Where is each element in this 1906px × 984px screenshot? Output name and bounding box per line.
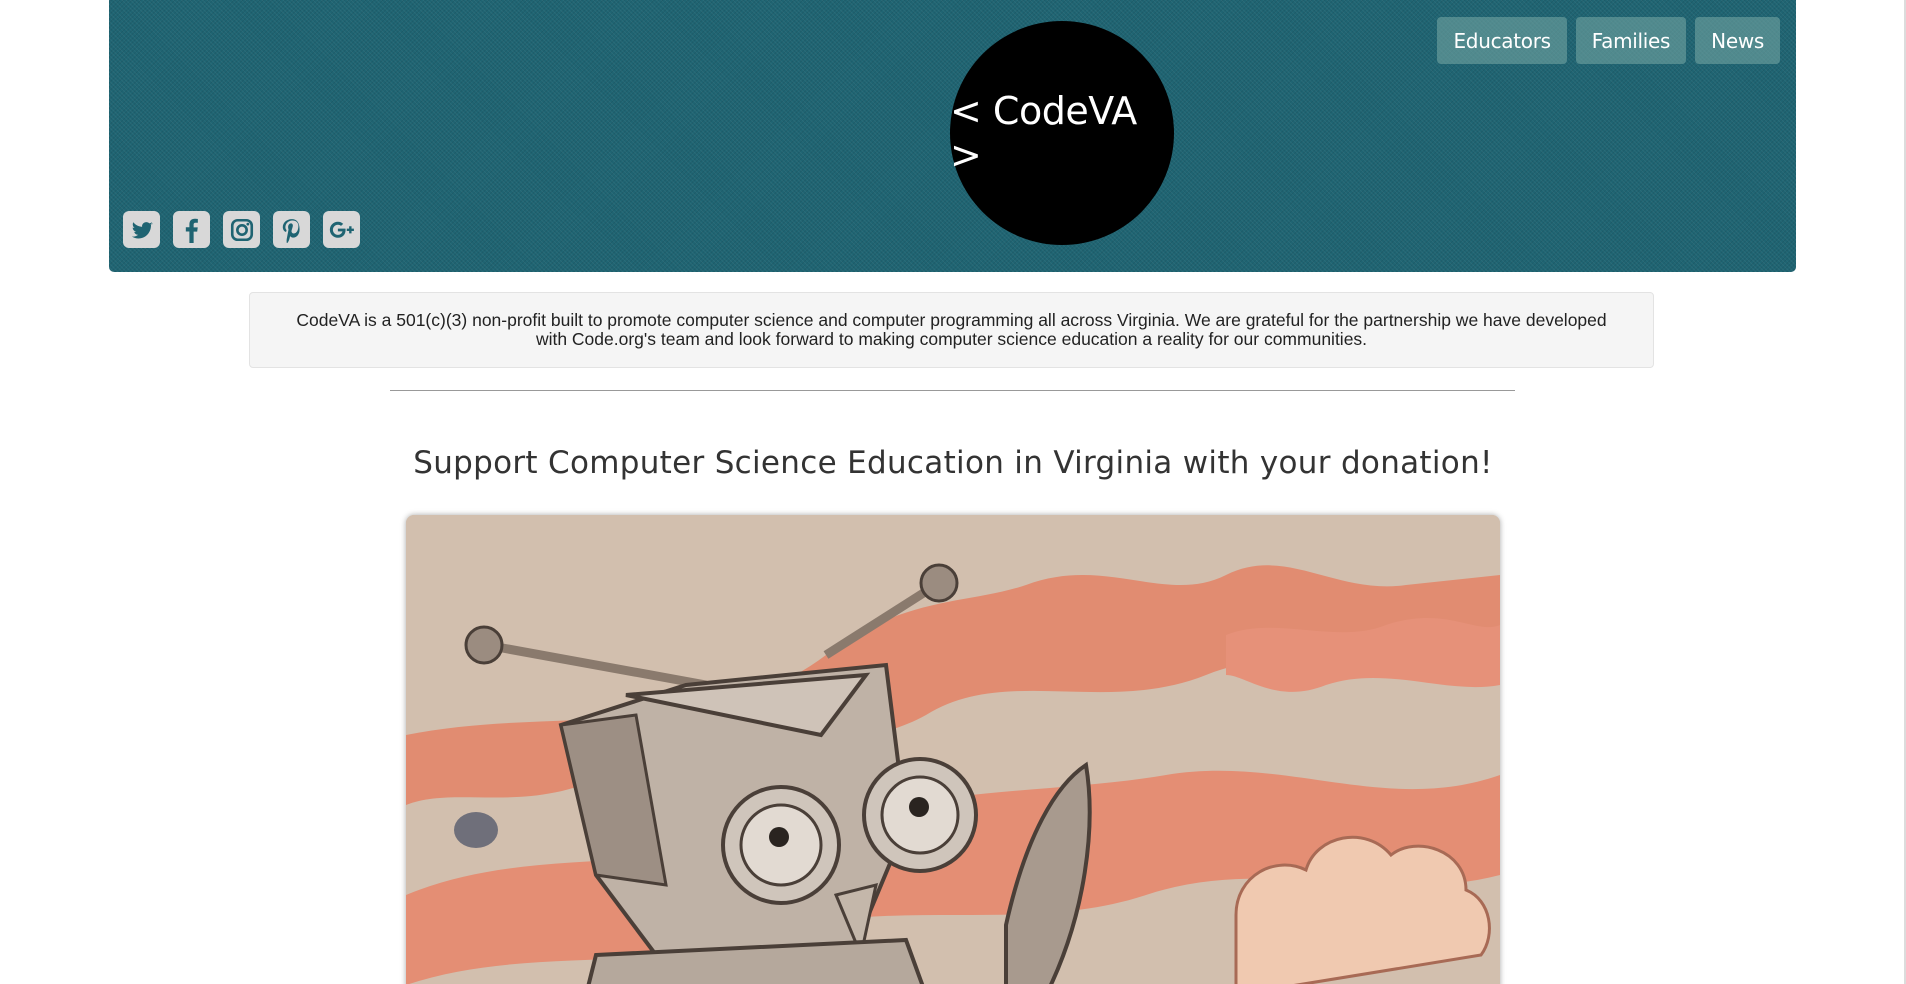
nav-families-button[interactable]: Families <box>1575 17 1687 64</box>
pinterest-icon[interactable] <box>273 211 310 248</box>
owl-robot-mural-image <box>406 515 1500 984</box>
twitter-icon[interactable] <box>123 211 160 248</box>
nav-educators-button[interactable]: Educators <box>1437 17 1567 64</box>
instagram-icon[interactable] <box>223 211 260 248</box>
logo-text: < CodeVA > <box>950 89 1137 177</box>
nav-news-button[interactable]: News <box>1695 17 1780 64</box>
top-nav: Educators Families News <box>1437 17 1780 64</box>
google-plus-icon[interactable] <box>323 211 360 248</box>
section-divider <box>390 390 1515 391</box>
header-banner: Educators Families News < CodeVA > <box>109 0 1796 272</box>
facebook-icon[interactable] <box>173 211 210 248</box>
social-links <box>123 211 360 248</box>
intro-text: CodeVA is a 501(c)(3) non-profit built t… <box>296 310 1607 349</box>
codeva-logo[interactable]: < CodeVA > <box>950 21 1174 245</box>
intro-well: CodeVA is a 501(c)(3) non-profit built t… <box>249 292 1654 368</box>
page: Educators Families News < CodeVA > CodeV… <box>0 0 1906 984</box>
donation-headline: Support Computer Science Education in Vi… <box>413 445 1493 481</box>
